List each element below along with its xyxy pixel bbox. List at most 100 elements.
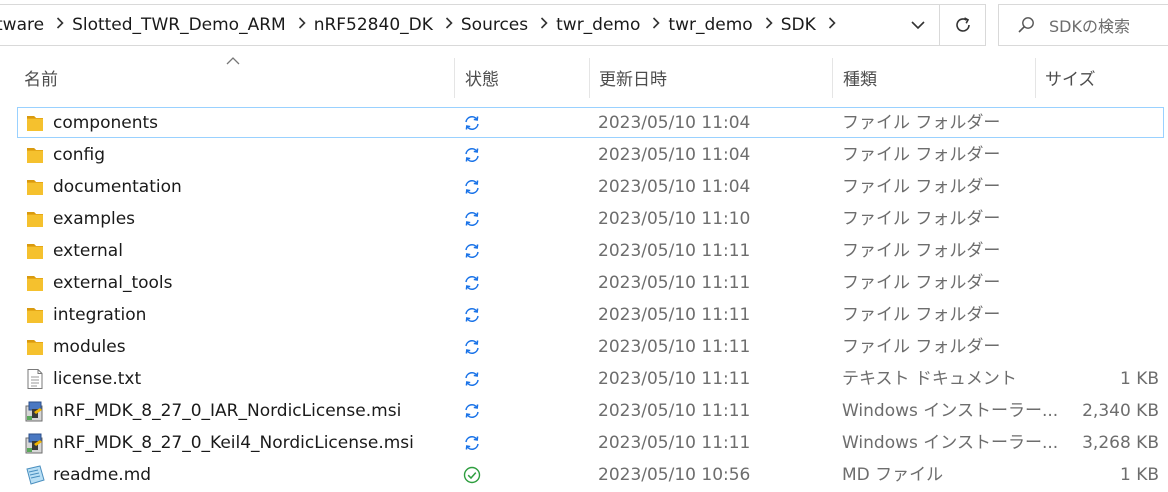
file-name[interactable]: examples [53,203,135,235]
search-icon [1018,17,1034,33]
file-size: 1 KB [1119,465,1159,485]
refresh-icon [955,17,970,32]
file-row[interactable]: examples 2023/05/10 11:10 ファイル フォルダー [0,203,1168,235]
sync-pending-icon [463,146,481,164]
file-name[interactable]: readme.md [53,459,151,491]
file-name[interactable]: license.txt [53,363,141,395]
column-header-name[interactable]: 名前 [24,54,58,100]
file-name[interactable]: modules [53,331,126,363]
file-type: MD ファイル [842,465,944,485]
text-file-icon [24,368,46,390]
sync-complete-icon [463,466,481,484]
file-type: Windows インストーラー... [842,433,1059,453]
breadcrumb-item[interactable]: Slotted_TWR_Demo_ARM [68,15,294,35]
column-divider[interactable] [832,58,833,98]
installer-icon [24,400,46,422]
column-divider[interactable] [454,58,455,98]
sync-pending-icon [463,402,481,420]
file-row[interactable]: external 2023/05/10 11:11 ファイル フォルダー [0,235,1168,267]
file-date: 2023/05/10 11:11 [598,369,751,389]
file-row[interactable]: license.txt 2023/05/10 11:11 テキスト ドキュメント 1 … [0,363,1168,395]
installer-icon [24,432,46,454]
file-date: 2023/05/10 11:10 [598,209,751,229]
file-type: ファイル フォルダー [842,305,1001,325]
file-name[interactable]: external_tools [53,267,173,299]
breadcrumb-separator-icon[interactable] [824,17,840,33]
breadcrumb-item[interactable]: tware [0,15,52,35]
address-bar[interactable]: tware Slotted_TWR_Demo_ARM nRF52840_DK Sour… [0,4,940,46]
file-type: Windows インストーラー... [842,401,1059,421]
folder-icon [24,112,46,134]
column-header-date[interactable]: 更新日時 [599,54,667,100]
file-size: 1 KB [1119,369,1159,389]
file-type: ファイル フォルダー [842,273,1001,293]
file-row[interactable]: nRF_MDK_8_27_0_Keil4_NordicLicense.msi 20… [0,427,1168,459]
file-date: 2023/05/10 11:11 [598,401,751,421]
breadcrumb-separator-icon[interactable] [52,17,68,33]
column-header-size[interactable]: サイズ [1045,54,1096,100]
breadcrumb-separator-icon[interactable] [294,17,310,33]
chevron-down-icon [911,21,925,30]
file-size: 2,340 KB [1082,401,1159,421]
breadcrumb-separator-icon[interactable] [648,17,664,33]
file-size: 3,268 KB [1082,433,1159,453]
column-divider[interactable] [1035,58,1036,98]
folder-icon [24,208,46,230]
file-row[interactable]: components 2023/05/10 11:04 ファイル フォルダー [0,107,1168,139]
file-row[interactable]: integration 2023/05/10 11:11 ファイル フォルダー [0,299,1168,331]
folder-icon [24,304,46,326]
sync-pending-icon [463,434,481,452]
breadcrumb-item[interactable]: nRF52840_DK [310,15,441,35]
file-date: 2023/05/10 11:04 [598,145,751,165]
file-list: components 2023/05/10 11:04 ファイル フォルダー conf… [0,107,1168,491]
breadcrumb-item[interactable]: SDK [777,15,824,35]
folder-icon [24,336,46,358]
breadcrumb-separator-icon[interactable] [761,17,777,33]
refresh-button[interactable] [940,4,986,46]
sync-pending-icon [463,114,481,132]
markdown-file-icon [24,464,46,486]
column-divider[interactable] [589,58,590,98]
file-row[interactable]: config 2023/05/10 11:04 ファイル フォルダー [0,139,1168,171]
folder-icon [24,272,46,294]
file-row[interactable]: nRF_MDK_8_27_0_IAR_NordicLicense.msi 2023… [0,395,1168,427]
breadcrumb-separator-icon[interactable] [441,17,457,33]
column-header-type[interactable]: 種類 [843,54,877,100]
column-header-status[interactable]: 状態 [465,54,499,100]
search-input[interactable]: SDKの検索 [1049,13,1130,37]
file-date: 2023/05/10 11:11 [598,305,751,325]
breadcrumb-separator-icon[interactable] [536,17,552,33]
file-type: ファイル フォルダー [842,241,1001,261]
file-date: 2023/05/10 11:11 [598,433,751,453]
file-type: テキスト ドキュメント [842,369,1017,389]
breadcrumb-item[interactable]: twr_demo [664,15,760,35]
file-name[interactable]: nRF_MDK_8_27_0_IAR_NordicLicense.msi [53,395,401,427]
address-history-dropdown[interactable] [897,5,939,45]
file-date: 2023/05/10 11:11 [598,273,751,293]
file-row[interactable]: external_tools 2023/05/10 11:11 ファイル フォルダー [0,267,1168,299]
file-name[interactable]: nRF_MDK_8_27_0_Keil4_NordicLicense.msi [53,427,414,459]
file-row[interactable]: readme.md 2023/05/10 10:56 MD ファイル 1 KB [0,459,1168,491]
folder-icon [24,176,46,198]
sync-pending-icon [463,210,481,228]
sync-pending-icon [463,274,481,292]
breadcrumb-item[interactable]: Sources [457,15,536,35]
file-row[interactable]: modules 2023/05/10 11:11 ファイル フォルダー [0,331,1168,363]
file-date: 2023/05/10 11:11 [598,241,751,261]
sync-pending-icon [463,338,481,356]
file-name[interactable]: config [53,139,105,171]
sync-pending-icon [463,242,481,260]
file-row[interactable]: documentation 2023/05/10 11:04 ファイル フォルダー [0,171,1168,203]
file-name[interactable]: components [53,107,158,139]
file-explorer-window: tware Slotted_TWR_Demo_ARM nRF52840_DK Sour… [0,0,1168,492]
file-date: 2023/05/10 11:04 [598,113,751,133]
file-name[interactable]: integration [53,299,146,331]
column-header-row: 名前 状態 更新日時 種類 サイズ [0,54,1168,100]
sync-pending-icon [463,178,481,196]
breadcrumb-item[interactable]: twr_demo [552,15,648,35]
file-date: 2023/05/10 11:11 [598,337,751,357]
file-name[interactable]: documentation [53,171,182,203]
file-name[interactable]: external [53,235,123,267]
search-box[interactable]: SDKの検索 [998,4,1168,46]
sync-pending-icon [463,370,481,388]
